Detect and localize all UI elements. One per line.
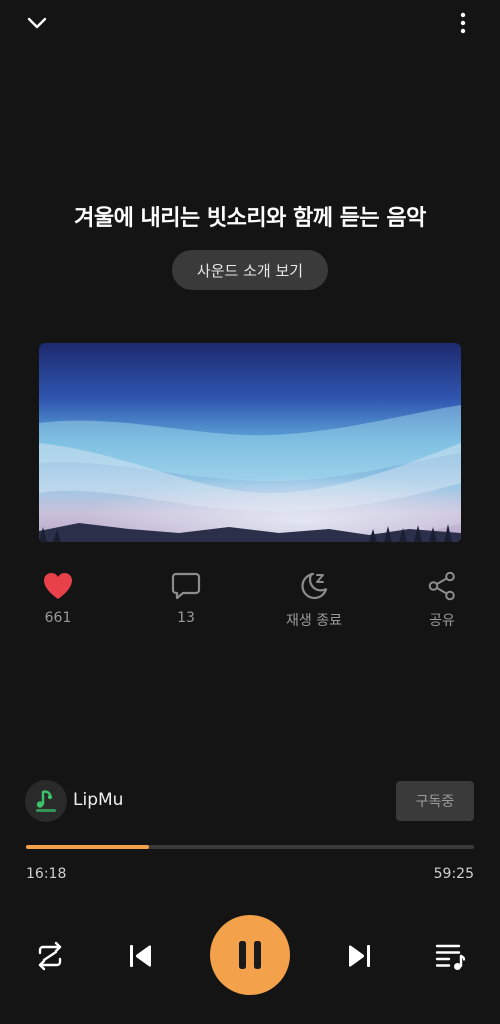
sound-intro-button[interactable]: 사운드 소개 보기 [172,250,328,290]
repeat-button[interactable] [28,934,72,978]
more-options-button[interactable] [443,3,483,43]
sleep-timer-label: 재생 종료 [286,613,342,629]
progress-bar-fill [26,845,149,849]
more-vertical-icon [460,12,466,34]
album-artwork [39,343,461,542]
like-button[interactable]: 661 [8,566,108,626]
share-icon [428,571,455,601]
progress-bar[interactable] [26,845,474,849]
track-title: 겨울에 내리는 빗소리와 함께 듣는 음악 [74,206,426,231]
comment-icon [171,572,201,600]
current-time: 16:18 [26,866,67,882]
subscribe-button[interactable]: 구독중 [396,781,474,821]
like-count: 661 [44,610,72,626]
skip-next-icon [349,945,370,967]
skip-previous-icon [130,945,151,967]
pause-icon [239,941,261,969]
total-time: 59:25 [433,866,474,882]
play-pause-button[interactable] [210,915,290,995]
channel-avatar[interactable] [25,780,67,822]
channel-name[interactable]: LipMu [73,790,123,810]
next-track-button[interactable] [337,934,381,978]
heart-icon [44,573,72,599]
collapse-button[interactable] [17,3,57,43]
comment-button[interactable]: 13 [136,566,236,626]
comment-count: 13 [177,610,195,626]
share-label: 공유 [429,613,455,629]
repeat-icon [38,941,62,971]
share-button[interactable]: 공유 [392,566,492,630]
chevron-down-icon [27,17,47,29]
playlist-icon [435,944,466,970]
sleep-timer-button[interactable]: 재생 종료 [264,566,364,630]
playlist-button[interactable] [428,934,472,978]
moon-sleep-icon [301,572,328,600]
previous-track-button[interactable] [119,934,163,978]
channel-logo-icon [36,790,56,812]
